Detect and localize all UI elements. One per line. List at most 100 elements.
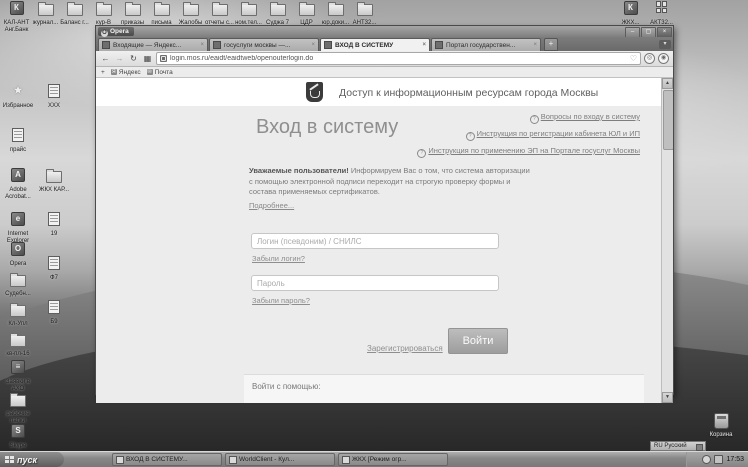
desktop-icon-left2-1[interactable]: ХХХ <box>38 84 70 110</box>
desktop-icon-left-2[interactable]: прайс <box>2 128 34 154</box>
desktop-icon-left-7[interactable]: Кл-Упл <box>2 302 34 328</box>
language-bar-options-icon[interactable] <box>696 444 703 451</box>
page-header: Доступ к информационным ресурсам города … <box>96 78 662 107</box>
system-tray: 17:53 <box>686 452 748 467</box>
task-favicon-icon <box>116 455 124 464</box>
taskbar-clock[interactable]: 17:53 <box>726 456 744 463</box>
desktop-icon-left-4[interactable]: e Internet Explorer <box>2 212 34 244</box>
tab-2[interactable]: госуслуги москвы —... × <box>209 38 319 51</box>
desktop-icon-top-1[interactable]: К КАЛ-АНТ Анг.Банк <box>2 1 31 33</box>
desktop-icon-label: Opera <box>9 261 27 267</box>
tab-bar: Входящие — Яндекс... × госуслуги москвы —.… <box>96 37 673 51</box>
bookmark-heart-icon[interactable]: ♡ <box>630 54 637 63</box>
recycle-bin-glyph <box>713 413 729 429</box>
login-with-label: Войти с помощью: <box>252 382 321 391</box>
extension-icon-2[interactable]: ◉ <box>658 53 669 64</box>
help-link-3[interactable]: ? Инструкция по применению ЭП на Портале … <box>417 146 640 158</box>
address-bar[interactable]: login.mos.ru/eaidt/eaidtweb/openouterlog… <box>156 52 641 65</box>
password-input[interactable] <box>251 275 499 291</box>
folder-icon <box>153 2 170 16</box>
url-text[interactable]: login.mos.ru/eaidt/eaidtweb/openouterlog… <box>170 55 627 62</box>
taskbar-task-2[interactable]: WorldClient - Кул... <box>225 453 335 466</box>
page-body: Вход в систему ? Вопросы по входу в систе… <box>96 106 662 403</box>
desktop-icon-left2-4[interactable]: Ф7 <box>38 256 70 282</box>
desktop-icon-label: Избранное <box>2 103 34 109</box>
folder-icon <box>327 2 344 16</box>
bookmarks-bar: + Я Яндекс ✉ Почта <box>96 67 673 78</box>
title-bar[interactable]: O Opera ‒ ▢ × <box>96 26 673 38</box>
back-button[interactable]: ← <box>100 54 111 63</box>
desktop-icon-left-9[interactable]: ≡ Заявки в АХО <box>2 360 34 392</box>
tab-close-icon[interactable]: × <box>533 42 537 48</box>
info-circle-icon: ? <box>465 132 475 141</box>
desktop-icon-left-3[interactable]: A Adobe Acrobat... <box>2 168 34 200</box>
opera-menu-button[interactable]: O Opera <box>98 27 134 37</box>
login-submit-button[interactable]: Войти <box>448 328 508 354</box>
speed-dial-icon[interactable]: ▦ <box>142 54 153 63</box>
tray-status-icon[interactable] <box>702 455 712 464</box>
tab-close-icon[interactable]: × <box>422 42 426 48</box>
info-circle-icon: ? <box>417 149 427 158</box>
portal-title: Доступ к информационным ресурсам города … <box>339 87 599 99</box>
tab-favicon-icon <box>324 41 332 49</box>
tab-3[interactable]: ВХОД В СИСТЕМУ × <box>320 38 430 51</box>
tab-favicon-icon <box>102 41 110 49</box>
skype-icon: S <box>11 424 25 438</box>
taskbar-task-1[interactable]: ВХОД В СИСТЕМУ... <box>112 453 222 466</box>
forgot-password-link[interactable]: Забыли пароль? <box>252 296 310 305</box>
tab-label: Входящие — Яндекс... <box>113 41 182 49</box>
desktop-icon-left-10[interactable]: рабочие папки <box>2 392 34 424</box>
desktop-icon-label: прайс <box>9 147 27 153</box>
desktop-icon-left2-5[interactable]: Б9 <box>38 300 70 326</box>
tab-label: Портал государствен... <box>446 41 516 49</box>
desktop-icon-label: Adobe Acrobat... <box>5 187 31 200</box>
desktop-icon-topright-1[interactable]: К ЖКХ... <box>615 1 646 27</box>
language-bar[interactable]: RU Русский <box>650 441 706 451</box>
tray-volume-icon[interactable] <box>714 455 724 464</box>
tab-close-icon[interactable]: × <box>200 42 204 48</box>
login-input[interactable] <box>251 233 499 249</box>
scrollbar-thumb[interactable] <box>663 90 673 150</box>
desktop-icon-left-5[interactable]: O Opera <box>2 242 34 268</box>
extension-icon-1[interactable]: ◎ <box>644 53 655 64</box>
register-link[interactable]: Зарегистрироваться <box>367 344 443 353</box>
tab-4[interactable]: Портал государствен... × <box>431 38 541 51</box>
desktop-icon-topright-2[interactable]: АКТ32... <box>646 1 677 27</box>
more-link[interactable]: Подробнее... <box>249 201 294 212</box>
start-button[interactable]: пуск <box>0 452 64 467</box>
yandex-icon: Я <box>110 69 117 75</box>
folder-icon <box>269 2 286 16</box>
star-icon: ★ <box>12 83 24 97</box>
help-link-2[interactable]: ? Инструкция по регистрации кабинета ЮЛ и… <box>417 129 640 141</box>
desktop-icon-left-8[interactable]: кв-пл-16 <box>2 332 34 358</box>
reload-button[interactable]: ↻ <box>128 54 139 63</box>
help-link-1[interactable]: ? Вопросы по входу в систему <box>417 112 640 124</box>
desktop-icon-top-2[interactable]: журнал... <box>31 1 60 33</box>
desktop-icon-label: Ф7 <box>50 275 58 281</box>
forward-button[interactable]: → <box>114 54 125 63</box>
scroll-down-icon[interactable]: ▼ <box>662 392 673 403</box>
desktop-icon-left2-2[interactable]: ЖКХ КАР... <box>38 168 70 194</box>
desktop-icon-label: Skype <box>9 443 27 449</box>
bookmark-mail[interactable]: ✉ Почта <box>146 69 173 76</box>
task-favicon-icon <box>229 455 237 464</box>
forgot-login-link[interactable]: Забыли логин? <box>252 254 305 263</box>
tab-label: госуслуги москвы —... <box>224 41 291 49</box>
tab-menu-chevron-icon[interactable]: ▾ <box>659 40 671 49</box>
desktop-icon-left-11[interactable]: S Skype <box>2 424 34 450</box>
recycle-bin-icon[interactable]: Корзина <box>705 413 737 439</box>
taskbar-task-3[interactable]: ЖКХ [Режим огр... <box>338 453 448 466</box>
desktop-icon-left-1[interactable]: ★ Избранное <box>2 84 34 110</box>
login-with-section: Войти с помощью: <box>244 374 644 403</box>
tab-1[interactable]: Входящие — Яндекс... × <box>98 38 208 51</box>
scroll-up-icon[interactable]: ▲ <box>662 78 673 89</box>
desktop-icon-left2-3[interactable]: 19 <box>38 212 70 238</box>
page-scrollbar[interactable]: ▲ ▼ <box>661 78 673 403</box>
new-tab-button[interactable]: + <box>544 38 558 51</box>
tab-close-icon[interactable]: × <box>311 42 315 48</box>
add-bookmark-button[interactable]: + <box>101 69 105 76</box>
desktop-icon-top-3[interactable]: Баланс г... <box>60 1 89 33</box>
desktop-icon-label: Кл-Упл <box>8 321 28 327</box>
bookmark-yandex[interactable]: Я Яндекс <box>110 69 141 76</box>
desktop-icon-left-6[interactable]: Судебн... <box>2 272 34 298</box>
